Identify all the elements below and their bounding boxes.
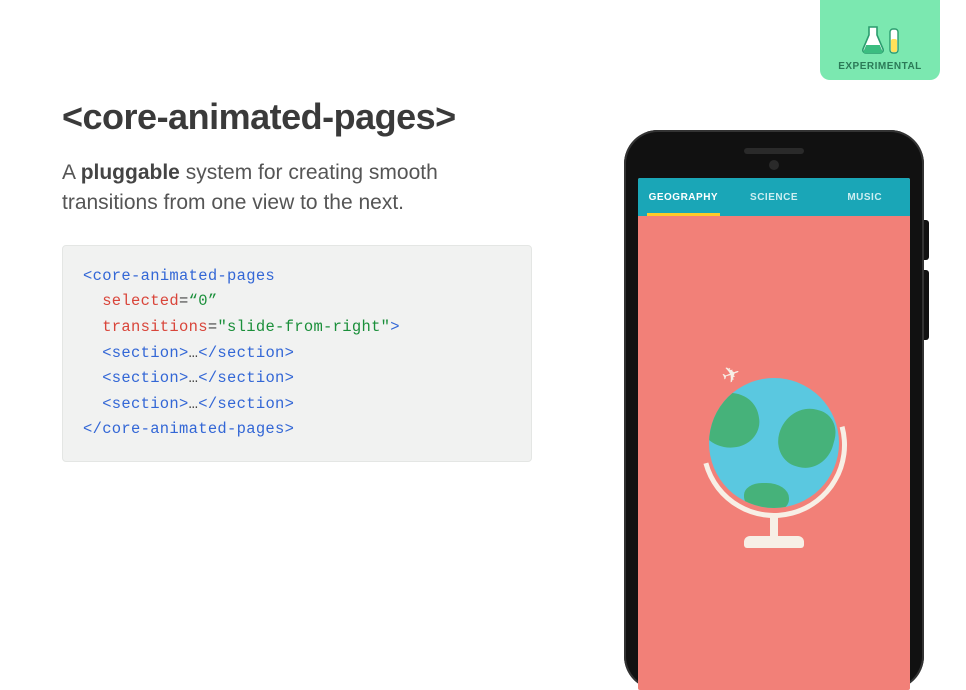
code-section-close: </section> xyxy=(198,395,294,413)
page-title: <core-animated-pages> xyxy=(62,96,532,138)
code-eq: = xyxy=(208,318,218,336)
globe-stand-base xyxy=(744,536,804,548)
subtitle: A pluggable system for creating smooth t… xyxy=(62,158,532,219)
code-val-transitions: slide-from-right xyxy=(227,318,381,336)
globe-icon xyxy=(709,378,839,508)
code-ellipsis: … xyxy=(189,344,199,362)
code-close-tag: </core-animated-pages> xyxy=(83,420,294,438)
phone-mock: GEOGRAPHY SCIENCE MUSIC ✈ xyxy=(624,130,924,690)
code-quote: “ xyxy=(189,292,199,310)
experimental-badge: EXPERIMENTAL xyxy=(820,0,940,80)
code-attr-transitions: transitions xyxy=(102,318,208,336)
code-quote: " xyxy=(217,318,227,336)
code-section-close: </section> xyxy=(198,369,294,387)
code-attr-selected: selected xyxy=(102,292,179,310)
code-ellipsis: … xyxy=(189,369,199,387)
subtitle-bold: pluggable xyxy=(81,161,180,184)
code-ellipsis: … xyxy=(189,395,199,413)
globe-stand-stem xyxy=(770,514,778,538)
code-quote: ” xyxy=(208,292,218,310)
code-open-bracket: < xyxy=(83,267,93,285)
tab-content: ✈ xyxy=(638,216,910,690)
code-tag-name: core-animated-pages xyxy=(93,267,275,285)
tab-science[interactable]: SCIENCE xyxy=(729,178,820,216)
code-eq: = xyxy=(179,292,189,310)
code-section-open: <section> xyxy=(102,369,188,387)
tab-bar: GEOGRAPHY SCIENCE MUSIC xyxy=(638,178,910,216)
tab-music[interactable]: MUSIC xyxy=(819,178,910,216)
code-open-end: > xyxy=(390,318,400,336)
code-section-open: <section> xyxy=(102,344,188,362)
code-section-close: </section> xyxy=(198,344,294,362)
phone-screen: GEOGRAPHY SCIENCE MUSIC ✈ xyxy=(638,178,910,690)
globe-illustration: ✈ xyxy=(694,368,854,568)
phone-power-button xyxy=(924,220,929,260)
beaker-icon xyxy=(860,25,900,55)
code-section-open: <section> xyxy=(102,395,188,413)
subtitle-pre: A xyxy=(62,161,81,184)
slide-content: <core-animated-pages> A pluggable system… xyxy=(62,96,532,462)
tab-geography[interactable]: GEOGRAPHY xyxy=(638,178,729,216)
code-val-selected: 0 xyxy=(198,292,208,310)
code-quote: " xyxy=(381,318,391,336)
badge-label: EXPERIMENTAL xyxy=(838,61,922,72)
phone-volume-button xyxy=(924,270,929,340)
code-snippet: <core-animated-pages selected=“0” transi… xyxy=(62,245,532,462)
